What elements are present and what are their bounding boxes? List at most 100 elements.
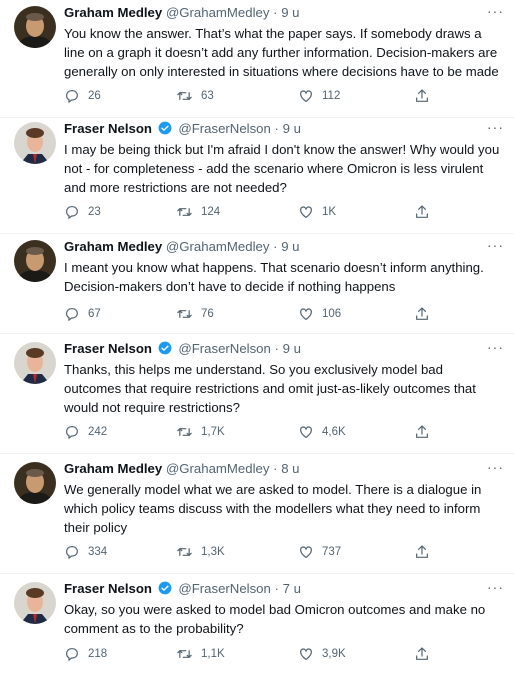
retweet-icon [177,548,192,556]
retweet-icon [177,310,192,318]
retweet-count: 63 [201,90,214,102]
author-name[interactable]: Graham Medley [64,5,162,20]
tweet-header: Fraser Nelson @FraserNelson · 9 u [64,120,504,138]
share-button[interactable] [414,306,430,322]
retweet-count: 1,3K [201,546,225,558]
retweet-count: 124 [201,206,221,218]
reply-count: 242 [88,426,108,438]
share-button[interactable] [414,204,430,220]
timestamp[interactable]: 9 u [283,341,301,356]
tweet-thread: Graham Medley @GrahamMedley · 9 u ··· Yo… [0,0,514,680]
reply-icon [66,426,78,440]
retweet-icon [177,208,192,216]
more-icon[interactable]: ··· [487,4,504,18]
author-name[interactable]: Graham Medley [64,239,162,254]
author-handle[interactable]: @FraserNelson [178,341,271,356]
timestamp[interactable]: 9 u [281,239,299,254]
author-name[interactable]: Fraser Nelson [64,581,152,596]
share-icon [416,425,428,438]
action-bar: 334 1,3K 737 [64,544,454,564]
tweet[interactable]: Fraser Nelson @FraserNelson · 9 u ··· I … [0,118,514,234]
reply-count: 218 [88,648,108,660]
share-button[interactable] [414,544,430,560]
more-icon[interactable]: ··· [487,120,504,134]
tweet[interactable]: Graham Medley @GrahamMedley · 9 u ··· I … [0,236,514,334]
author-handle[interactable]: @FraserNelson [178,581,271,596]
retweet-count: 1,7K [201,426,225,438]
share-icon [416,545,428,558]
retweet-count: 1,1K [201,648,225,660]
share-button[interactable] [414,424,430,440]
like-count: 4,6K [322,426,346,438]
separator: · [274,341,279,356]
tweet[interactable]: Graham Medley @GrahamMedley · 9 u ··· Yo… [0,2,514,118]
author-handle[interactable]: @GrahamMedley [166,5,270,20]
retweet-button[interactable]: 1,1K [176,646,225,662]
tweet-text: We generally model what we are asked to … [64,482,482,535]
author-handle[interactable]: @FraserNelson [178,121,271,136]
timestamp[interactable]: 9 u [283,121,301,136]
reply-button[interactable]: 218 [64,646,107,662]
avatar-graham-medley[interactable] [14,240,56,282]
retweet-button[interactable]: 63 [176,88,214,104]
timestamp[interactable]: 7 u [283,581,301,596]
like-icon [300,426,312,438]
reply-button[interactable]: 26 [64,88,101,104]
reply-button[interactable]: 242 [64,424,107,440]
like-button[interactable]: 3,9K [298,646,346,662]
retweet-button[interactable]: 1,7K [176,424,225,440]
tweet[interactable]: Graham Medley @GrahamMedley · 8 u ··· We… [0,458,514,574]
more-icon[interactable]: ··· [487,340,504,354]
share-button[interactable] [414,88,430,104]
share-icon [416,205,428,218]
avatar-fraser-nelson[interactable] [14,582,56,624]
like-button[interactable]: 4,6K [298,424,346,440]
retweet-icon [177,428,192,436]
verified-badge-icon [158,341,172,355]
tweet[interactable]: Fraser Nelson @FraserNelson · 7 u ··· Ok… [0,578,514,678]
like-count: 3,9K [322,648,346,660]
like-count: 737 [322,546,342,558]
timestamp[interactable]: 9 u [281,5,299,20]
retweet-button[interactable]: 124 [176,204,220,220]
avatar-fraser-nelson[interactable] [14,122,56,164]
like-icon [300,90,312,102]
reply-button[interactable]: 23 [64,204,101,220]
tweet-header: Graham Medley @GrahamMedley · 8 u [64,460,504,478]
reply-icon [66,90,78,104]
reply-button[interactable]: 67 [64,306,101,322]
tweet-text: I may be being thick but I'm afraid I do… [64,142,500,195]
reply-count: 23 [88,206,101,218]
action-bar: 26 63 112 [64,88,454,108]
reply-count: 67 [88,308,101,320]
retweet-button[interactable]: 76 [176,306,214,322]
author-handle[interactable]: @GrahamMedley [166,239,270,254]
like-icon [300,308,312,320]
more-icon[interactable]: ··· [487,460,504,474]
like-button[interactable]: 106 [298,306,341,322]
avatar-graham-medley[interactable] [14,462,56,504]
avatar-graham-medley[interactable] [14,6,56,48]
more-icon[interactable]: ··· [487,580,504,594]
retweet-button[interactable]: 1,3K [176,544,225,560]
like-count: 1K [322,206,337,218]
reply-icon [66,308,78,322]
reply-button[interactable]: 334 [64,544,107,560]
tweet[interactable]: Fraser Nelson @FraserNelson · 9 u ··· Th… [0,338,514,454]
author-name[interactable]: Fraser Nelson [64,341,152,356]
more-icon[interactable]: ··· [487,238,504,252]
like-count: 106 [322,308,342,320]
author-handle[interactable]: @GrahamMedley [166,461,270,476]
avatar-fraser-nelson[interactable] [14,342,56,384]
author-name[interactable]: Graham Medley [64,461,162,476]
separator: · [273,239,278,254]
share-button[interactable] [414,646,430,662]
share-icon [416,647,428,660]
like-button[interactable]: 1K [298,204,336,220]
separator: · [274,121,279,136]
like-button[interactable]: 737 [298,544,341,560]
timestamp[interactable]: 8 u [281,461,299,476]
reply-icon [66,546,78,560]
author-name[interactable]: Fraser Nelson [64,121,152,136]
like-button[interactable]: 112 [298,88,340,104]
